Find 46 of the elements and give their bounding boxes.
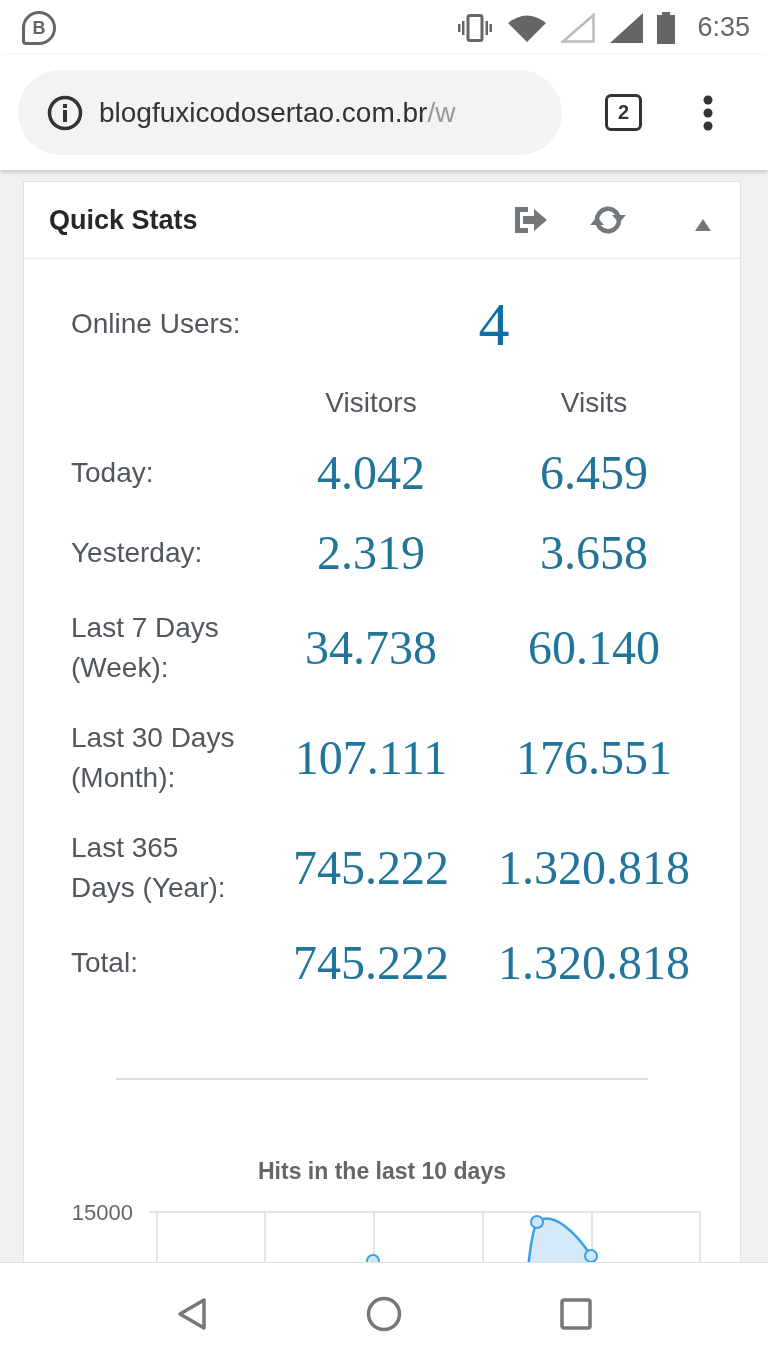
wifi-icon <box>507 13 548 42</box>
row-label: Total: <box>71 946 138 980</box>
info-icon <box>47 94 83 131</box>
axis-tick-label: 15000 <box>71 1199 133 1225</box>
row-label: Last 365 Days (Year): <box>71 831 226 905</box>
recents-icon[interactable] <box>560 1298 592 1330</box>
visits-count: 60.140 <box>528 623 660 673</box>
online-users-count: 4 <box>478 294 510 354</box>
visitors-count: 2.319 <box>317 528 425 578</box>
visits-count: 3.658 <box>540 528 648 578</box>
chart-title: Hits in the last 10 days <box>258 1156 506 1186</box>
export-icon[interactable] <box>514 206 548 234</box>
row-label: Last 7 Days (Week): <box>71 611 219 685</box>
address-bar[interactable]: blogfuxicodosertao.com.br/w <box>18 70 562 155</box>
visits-count: 176.551 <box>516 733 672 783</box>
visitors-count: 107.111 <box>294 733 448 783</box>
online-users-label: Online Users: <box>71 307 241 341</box>
visits-count: 1.320.818 <box>498 938 690 988</box>
visitors-count: 745.222 <box>293 843 449 893</box>
data-point <box>530 1214 544 1229</box>
row-label: Yesterday: <box>71 536 203 570</box>
data-point <box>366 1253 380 1262</box>
column-header: Visitors <box>325 386 417 420</box>
notification-badge: B <box>22 10 56 45</box>
visitors-count: 34.738 <box>305 623 437 673</box>
data-point <box>584 1248 598 1262</box>
collapse-icon[interactable] <box>695 219 711 231</box>
back-icon[interactable] <box>177 1297 207 1331</box>
url-text: blogfuxicodosertao.com.br/w <box>99 96 456 129</box>
visitors-count: 745.222 <box>293 938 449 988</box>
clock-time: 6:35 <box>697 12 750 43</box>
visitors-count: 4.042 <box>317 448 425 498</box>
refresh-icon[interactable] <box>590 205 626 235</box>
visits-count: 6.459 <box>540 448 648 498</box>
visits-count: 1.320.818 <box>498 843 690 893</box>
home-icon[interactable] <box>366 1296 402 1332</box>
more-options-icon[interactable] <box>703 94 713 131</box>
battery-icon <box>657 11 676 44</box>
widget-title: Quick Stats <box>49 204 198 236</box>
vibrate-icon <box>457 12 494 43</box>
signal-icon <box>561 12 596 43</box>
column-header: Visits <box>560 386 628 420</box>
row-label: Today: <box>71 456 154 490</box>
signal-icon <box>609 12 644 43</box>
row-label: Last 30 Days (Month): <box>71 721 235 795</box>
tab-switcher-button[interactable]: 2 <box>605 94 642 131</box>
